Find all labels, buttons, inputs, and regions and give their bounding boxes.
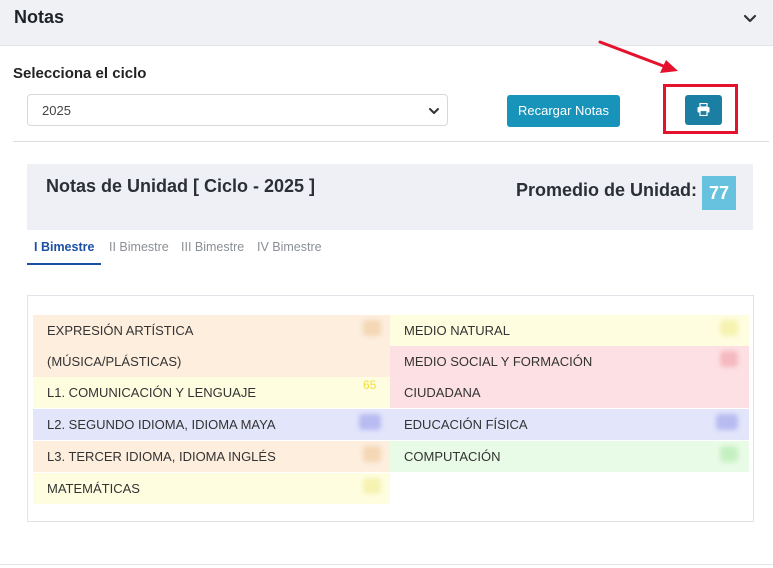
grades-container: EXPRESIÓN ARTÍSTICA (MÚSICA/PLÁSTICAS) L… (27, 295, 754, 522)
tab-i-bimestre[interactable]: I Bimestre (34, 238, 94, 256)
unit-title: Notas de Unidad [ Ciclo - 2025 ] (46, 176, 316, 196)
cycle-select[interactable]: 2025 (27, 94, 448, 126)
subject-row-comunicacion-lenguaje: L1. COMUNICACIÓN Y LENGUAJE 65 (33, 377, 390, 408)
reload-grades-button[interactable]: Recargar Notas (507, 95, 620, 127)
chevron-down-icon[interactable] (743, 12, 757, 26)
grade-value: 65 (363, 378, 377, 392)
divider (13, 141, 769, 142)
printer-icon (697, 103, 710, 116)
cycle-select-value: 2025 (42, 103, 71, 118)
chevron-down-icon (429, 108, 439, 114)
subject-row-matematicas: MATEMÁTICAS (33, 473, 390, 504)
subject-name: L2. SEGUNDO IDIOMA, IDIOMA MAYA (47, 417, 276, 432)
subject-name: (MÚSICA/PLÁSTICAS) (47, 354, 182, 369)
print-button[interactable] (685, 95, 722, 125)
subject-name: EXPRESIÓN ARTÍSTICA (47, 323, 194, 338)
subject-row-computacion: COMPUTACIÓN (390, 441, 749, 472)
divider (0, 564, 773, 565)
subject-name: L3. TERCER IDIOMA, IDIOMA INGLÉS (47, 449, 276, 464)
grade-blurred (363, 320, 381, 336)
subject-name: CIUDADANA (404, 385, 481, 400)
average-badge: 77 (702, 176, 736, 210)
grade-blurred (363, 478, 381, 494)
subject-row-ciudadana: CIUDADANA (390, 377, 749, 408)
subject-row-educacion-fisica: EDUCACIÓN FÍSICA (390, 409, 749, 440)
bimester-tabs: I Bimestre II Bimestre III Bimestre IV B… (27, 238, 447, 266)
grade-blurred (720, 446, 738, 462)
grade-blurred (720, 320, 738, 336)
grade-blurred (716, 414, 738, 430)
subject-name: COMPUTACIÓN (404, 449, 501, 464)
subject-name: L1. COMUNICACIÓN Y LENGUAJE (47, 385, 257, 400)
subject-row-medio-social: MEDIO SOCIAL Y FORMACIÓN (390, 346, 749, 377)
tab-iv-bimestre[interactable]: IV Bimestre (257, 238, 322, 256)
subject-row-musica-plasticas: (MÚSICA/PLÁSTICAS) (33, 346, 390, 377)
tab-ii-bimestre[interactable]: II Bimestre (109, 238, 169, 256)
grade-blurred (720, 351, 738, 367)
page-title: Notas (14, 7, 65, 27)
grade-blurred (359, 414, 381, 430)
subject-row-tercer-idioma: L3. TERCER IDIOMA, IDIOMA INGLÉS (33, 441, 390, 472)
grade-blurred (363, 446, 381, 462)
subject-row-expresion-artistica: EXPRESIÓN ARTÍSTICA (33, 315, 390, 346)
subject-row-segundo-idioma: L2. SEGUNDO IDIOMA, IDIOMA MAYA (33, 409, 390, 440)
red-arrow-icon (598, 40, 678, 73)
average-label: Promedio de Unidad: (515, 180, 697, 200)
subject-row-medio-natural: MEDIO NATURAL (390, 315, 749, 346)
subject-name: MATEMÁTICAS (47, 481, 140, 496)
subject-name: MEDIO NATURAL (404, 323, 510, 338)
active-tab-indicator (27, 263, 101, 265)
subject-name: EDUCACIÓN FÍSICA (404, 417, 528, 432)
cycle-label: Selecciona el ciclo (13, 65, 147, 82)
tab-iii-bimestre[interactable]: III Bimestre (181, 238, 244, 256)
unit-panel: Notas de Unidad [ Ciclo - 2025 ] Promedi… (27, 164, 753, 230)
subject-name: MEDIO SOCIAL Y FORMACIÓN (404, 354, 593, 369)
